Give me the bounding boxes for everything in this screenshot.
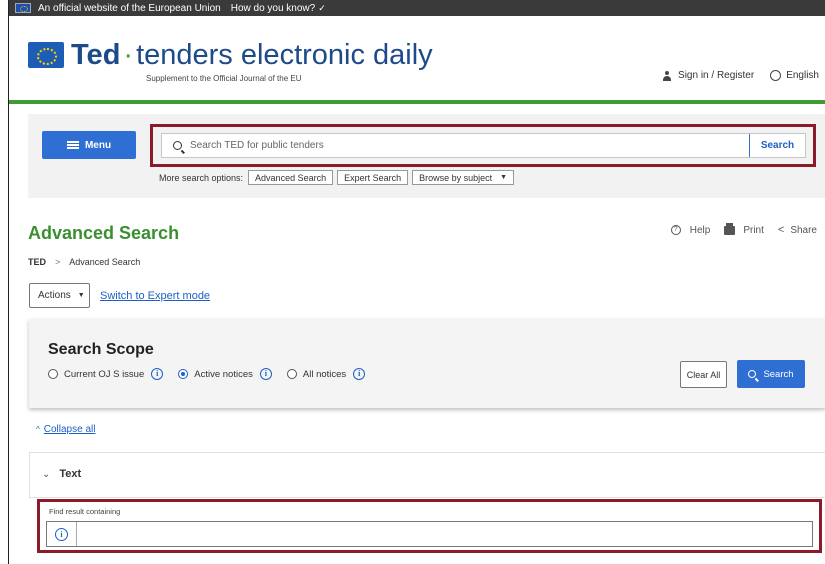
find-result-highlight: Find result containing i xyxy=(37,499,822,553)
chevron-down-icon: ⌄ xyxy=(42,468,51,480)
scope-option-active-notices[interactable]: Active notices i xyxy=(178,368,272,380)
scope-search-label: Search xyxy=(763,368,794,380)
sign-in-link[interactable]: Sign in / Register xyxy=(662,70,754,81)
caret-down-icon: ▼ xyxy=(500,174,508,181)
share-icon: < xyxy=(777,224,785,236)
scope-option-label: Active notices xyxy=(194,368,253,380)
text-section-heading: Text xyxy=(59,468,82,480)
globe-icon xyxy=(770,70,782,81)
find-result-label: Find result containing xyxy=(49,507,121,516)
help-link[interactable]: ? Help xyxy=(670,224,711,236)
actions-dropdown[interactable]: Actions ▼ xyxy=(29,283,90,308)
caret-down-icon: ▼ xyxy=(77,292,85,299)
logo-rest: tenders electronic daily xyxy=(136,39,433,71)
search-box: Search xyxy=(161,133,806,158)
advanced-search-button[interactable]: Advanced Search xyxy=(248,170,334,185)
info-icon[interactable]: i xyxy=(259,368,272,380)
language-label: English xyxy=(786,70,819,81)
chevron-up-icon: ^ xyxy=(36,425,40,434)
search-highlight: Search xyxy=(150,124,816,167)
info-icon: i xyxy=(55,527,68,541)
share-label: Share xyxy=(790,224,817,236)
search-scope-title: Search Scope xyxy=(48,341,154,358)
search-button[interactable]: Search xyxy=(749,134,805,157)
breadcrumb-current: Advanced Search xyxy=(69,257,141,267)
expert-search-button[interactable]: Expert Search xyxy=(337,170,409,185)
sign-in-label: Sign in / Register xyxy=(678,70,755,81)
share-link[interactable]: < Share xyxy=(778,224,817,236)
site-logo[interactable]: Ted · tenders electronic daily xyxy=(71,38,433,72)
eu-logo-icon[interactable] xyxy=(28,42,64,68)
print-icon xyxy=(724,222,736,235)
logo-ted: Ted xyxy=(71,39,121,71)
user-icon xyxy=(662,70,672,81)
header-links: Sign in / Register English xyxy=(662,70,819,81)
clear-all-button[interactable]: Clear All xyxy=(680,361,727,388)
radio-all-notices[interactable] xyxy=(286,369,297,379)
search-icon xyxy=(748,370,757,378)
search-band: Menu Search More search options: Advance… xyxy=(28,114,825,198)
search-icon xyxy=(173,141,182,150)
find-result-field: i xyxy=(46,521,813,547)
logo-dot: · xyxy=(123,39,134,71)
scope-radio-group: Current OJ S issue i Active notices i Al… xyxy=(48,368,380,380)
hamburger-icon xyxy=(66,141,79,149)
breadcrumb: TED > Advanced Search xyxy=(28,257,140,267)
menu-button[interactable]: Menu xyxy=(42,131,136,159)
scope-option-label: Current OJ S issue xyxy=(64,368,145,380)
info-icon[interactable]: i xyxy=(353,368,366,380)
page-tools: ? Help Print < Share xyxy=(670,222,817,236)
page: An official website of the European Unio… xyxy=(8,0,825,564)
info-icon[interactable]: i xyxy=(151,368,164,380)
radio-active-notices[interactable] xyxy=(178,369,189,379)
help-icon: ? xyxy=(670,225,681,235)
scope-option-label: All notices xyxy=(302,368,347,380)
text-section: ⌄ Text xyxy=(29,452,825,498)
collapse-all-link[interactable]: ^ Collapse all xyxy=(36,424,95,435)
browse-label: Browse by subject xyxy=(419,172,493,183)
search-input[interactable] xyxy=(190,140,749,151)
help-label: Help xyxy=(689,224,711,236)
chevron-down-icon[interactable]: ✓ xyxy=(318,3,326,14)
eu-banner: An official website of the European Unio… xyxy=(9,0,825,16)
find-result-input[interactable] xyxy=(77,523,812,545)
eu-flag-icon xyxy=(15,3,31,13)
logo-subtitle: Supplement to the Official Journal of th… xyxy=(146,74,302,83)
search-scope-card: Search Scope Current OJ S issue i Active… xyxy=(29,319,825,408)
more-search-options: More search options: Advanced Search Exp… xyxy=(159,170,518,185)
scope-option-current-oj[interactable]: Current OJ S issue i xyxy=(48,368,164,380)
more-options-label: More search options: xyxy=(159,172,244,183)
scope-option-all-notices[interactable]: All notices i xyxy=(286,368,366,380)
how-do-you-know-link[interactable]: How do you know? xyxy=(231,3,316,14)
actions-label: Actions xyxy=(38,290,71,301)
find-info-button[interactable]: i xyxy=(47,522,77,546)
browse-by-subject-button[interactable]: Browse by subject ▼ xyxy=(412,170,515,185)
menu-label: Menu xyxy=(84,139,112,151)
collapse-all-label: Collapse all xyxy=(43,424,96,435)
switch-expert-mode-link[interactable]: Switch to Expert mode xyxy=(100,290,210,302)
print-link[interactable]: Print xyxy=(724,222,764,236)
breadcrumb-home[interactable]: TED xyxy=(28,257,46,267)
page-title: Advanced Search xyxy=(28,223,180,243)
eu-official-text: An official website of the European Unio… xyxy=(38,2,221,14)
breadcrumb-separator: > xyxy=(55,257,61,267)
site-header: Ted · tenders electronic daily Supplement … xyxy=(9,16,825,104)
radio-current-oj[interactable] xyxy=(48,369,58,379)
language-selector[interactable]: English xyxy=(770,70,819,81)
text-section-toggle[interactable]: ⌄ Text xyxy=(42,468,81,480)
print-label: Print xyxy=(743,224,764,236)
scope-search-button[interactable]: Search xyxy=(737,360,805,388)
